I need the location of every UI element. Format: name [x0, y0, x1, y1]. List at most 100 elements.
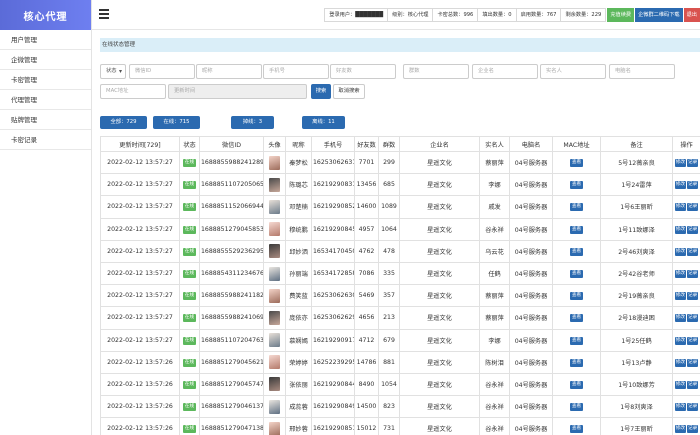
realname-cell: 谷永祥: [479, 372, 510, 397]
log-button[interactable]: 记录: [687, 203, 699, 212]
edit-button[interactable]: 修改: [674, 159, 686, 168]
log-button[interactable]: 记录: [687, 314, 699, 323]
realname-cell: 戚发: [479, 195, 510, 219]
view-mac-button[interactable]: 查看: [569, 380, 584, 389]
view-mac-button[interactable]: 查看: [569, 336, 584, 345]
status-badge: 在线: [182, 380, 197, 389]
update-time-input[interactable]: 更新时间: [168, 84, 307, 99]
groups-cell: 679: [378, 328, 400, 352]
header-stat: 启用数量：767: [515, 8, 562, 22]
mac-cell: 查看: [552, 173, 601, 197]
view-mac-button[interactable]: 查看: [569, 203, 584, 212]
main-content: 在线状态管理 状态 微信ID 昵称 手机号 好友数 群数 企业名 实名人 电脑名…: [92, 30, 700, 435]
phone-cell: 16534172858: [311, 261, 355, 286]
nickname-input[interactable]: 昵称: [196, 64, 262, 79]
phone-cell: 16219290831: [311, 173, 355, 197]
avatar-cell: [263, 173, 286, 197]
view-mac-button[interactable]: 查看: [569, 314, 584, 323]
avatar: [269, 421, 280, 435]
friends-cell: 5469: [354, 284, 379, 308]
time-cell: 2022-02-12 13:57:27: [100, 173, 180, 197]
pc-cell: 04号服务器: [509, 195, 553, 219]
sidebar-item-3[interactable]: 代理管理: [0, 90, 91, 110]
view-mac-button[interactable]: 查看: [569, 358, 584, 367]
edit-button[interactable]: 修改: [674, 247, 686, 256]
sidebar-item-0[interactable]: 用户管理: [0, 30, 91, 50]
status-select[interactable]: 状态: [100, 64, 126, 79]
status-cell: 在线: [179, 261, 200, 286]
log-button[interactable]: 记录: [687, 292, 699, 301]
mac-cell: 查看: [552, 239, 601, 263]
edit-button[interactable]: 修改: [674, 203, 686, 212]
mac-cell: 查看: [552, 217, 601, 241]
sidebar-item-5[interactable]: 卡密记录: [0, 130, 91, 150]
view-mac-button[interactable]: 查看: [569, 292, 584, 301]
groups-cell: 881: [378, 350, 400, 374]
phone-cell: 16219290852: [311, 195, 355, 219]
tab-all[interactable]: 全部：729: [100, 116, 147, 129]
avatar-cell: [263, 372, 286, 397]
tab-online[interactable]: 在线：715: [153, 116, 200, 129]
sidebar-item-4[interactable]: 贴牌管理: [0, 110, 91, 130]
nick-cell: 庞依亦: [285, 306, 312, 330]
edit-button[interactable]: 修改: [674, 314, 686, 323]
view-mac-button[interactable]: 查看: [569, 181, 584, 190]
sidebar-item-1[interactable]: 企微管理: [0, 50, 91, 70]
operations-cell: 修改 记录: [672, 261, 700, 286]
note-cell: 1号11致娜泽: [600, 217, 673, 241]
search-button[interactable]: 搜索: [311, 84, 331, 99]
friends-cell: 7086: [354, 261, 379, 286]
qrcode-download-button[interactable]: 企微群二维码下载: [635, 8, 683, 22]
log-button[interactable]: 记录: [687, 425, 699, 434]
pc-name-input[interactable]: 电脑名: [609, 64, 675, 79]
pc-cell: 04号服务器: [509, 284, 553, 308]
edit-button[interactable]: 修改: [674, 225, 686, 234]
menu-toggle-icon[interactable]: [99, 9, 109, 19]
mac-cell: 查看: [552, 350, 601, 374]
sidebar-item-2[interactable]: 卡密管理: [0, 70, 91, 90]
tab-dropped[interactable]: 掉线：3: [231, 116, 274, 129]
view-mac-button[interactable]: 查看: [569, 159, 584, 168]
pc-cell: 04号服务器: [509, 328, 553, 352]
edit-button[interactable]: 修改: [674, 425, 686, 434]
edit-button[interactable]: 修改: [674, 380, 686, 389]
edit-button[interactable]: 修改: [674, 292, 686, 301]
mac-input[interactable]: MAC地址: [100, 84, 166, 99]
log-button[interactable]: 记录: [687, 181, 699, 190]
logout-button[interactable]: 退出: [683, 8, 700, 22]
wxid-input[interactable]: 微信ID: [129, 64, 195, 79]
realname-cell: 李娜: [479, 328, 510, 352]
view-mac-button[interactable]: 查看: [569, 247, 584, 256]
log-button[interactable]: 记录: [687, 225, 699, 234]
log-button[interactable]: 记录: [687, 358, 699, 367]
log-button[interactable]: 记录: [687, 159, 699, 168]
cancel-search-button[interactable]: 取消搜索: [333, 84, 365, 99]
realname-cell: 蔡丽萍: [479, 306, 510, 330]
groups-input[interactable]: 群数: [403, 64, 469, 79]
avatar-cell: [263, 395, 286, 419]
log-button[interactable]: 记录: [687, 380, 699, 389]
view-mac-button[interactable]: 查看: [569, 225, 584, 234]
log-button[interactable]: 记录: [687, 403, 699, 412]
view-mac-button[interactable]: 查看: [569, 403, 584, 412]
log-button[interactable]: 记录: [687, 336, 699, 345]
time-cell: 2022-02-12 13:57:27: [100, 261, 180, 286]
stat-label: 登录用户：: [329, 12, 356, 18]
log-button[interactable]: 记录: [687, 270, 699, 279]
edit-button[interactable]: 修改: [674, 336, 686, 345]
tab-offline[interactable]: 离线：11: [302, 116, 345, 129]
edit-button[interactable]: 修改: [674, 403, 686, 412]
phone-input[interactable]: 手机号: [263, 64, 329, 79]
operations-cell: 修改 记录: [672, 372, 700, 397]
log-button[interactable]: 记录: [687, 247, 699, 256]
realname-input[interactable]: 实名人: [540, 64, 606, 79]
edit-button[interactable]: 修改: [674, 358, 686, 367]
edit-button[interactable]: 修改: [674, 181, 686, 190]
view-mac-button[interactable]: 查看: [569, 425, 584, 434]
view-mac-button[interactable]: 查看: [569, 270, 584, 279]
edit-button[interactable]: 修改: [674, 270, 686, 279]
recharge-button[interactable]: 充值续费: [607, 8, 635, 22]
company-input[interactable]: 企业名: [472, 64, 538, 79]
friends-cell: 13456: [354, 173, 379, 197]
friends-input[interactable]: 好友数: [330, 64, 396, 79]
